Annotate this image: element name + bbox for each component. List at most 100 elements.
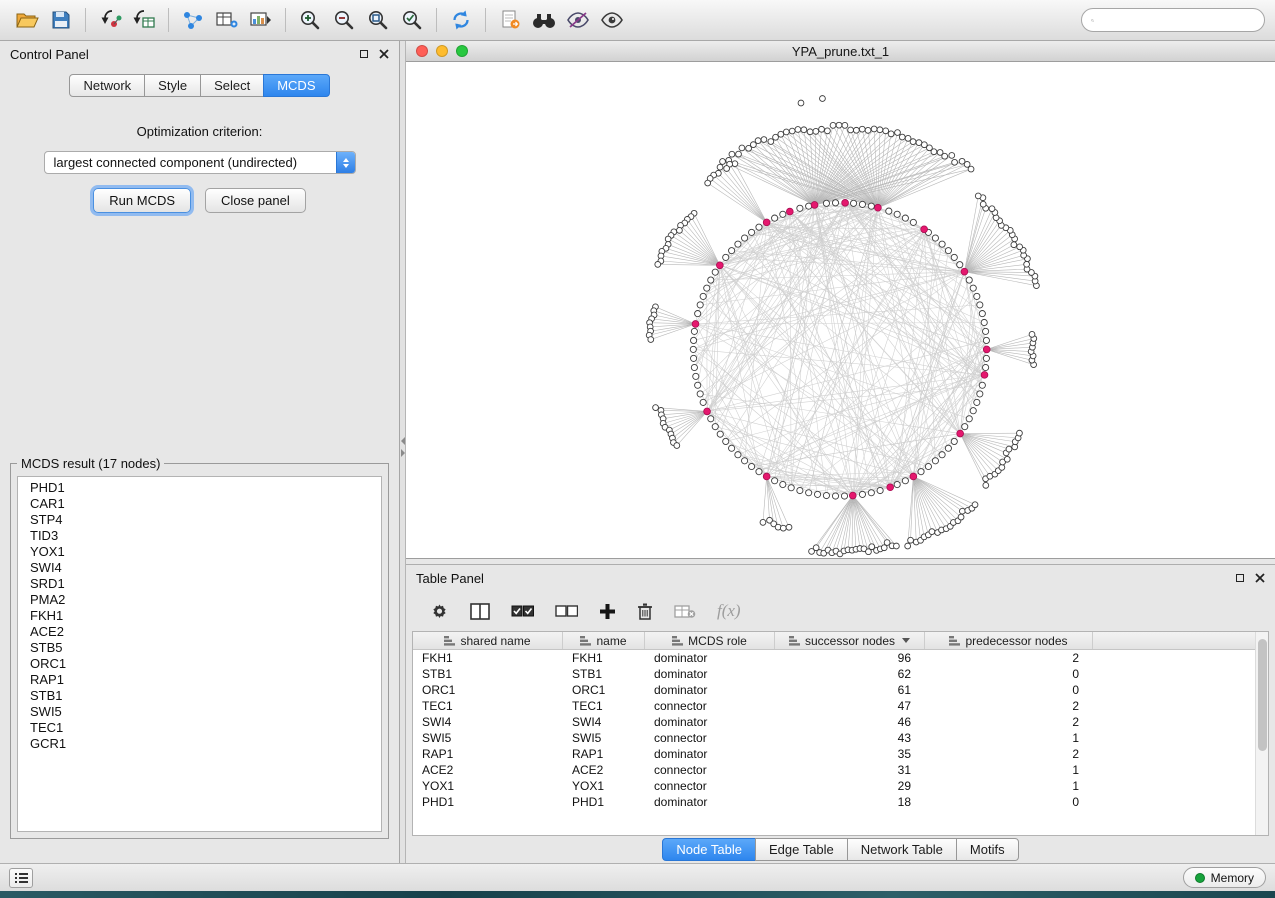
control-panel-header: Control Panel (0, 41, 399, 67)
mcds-result-item[interactable]: FKH1 (18, 608, 381, 624)
function-builder-button[interactable]: f(x) (717, 601, 741, 621)
mcds-result-item[interactable]: SWI5 (18, 704, 381, 720)
search-box[interactable] (1081, 8, 1265, 32)
mcds-result-item[interactable]: YOX1 (18, 544, 381, 560)
table-row[interactable]: STB1STB1dominator620 (413, 666, 1268, 682)
splitter-expand-icon[interactable] (401, 449, 405, 457)
tab-select[interactable]: Select (200, 74, 264, 97)
mcds-result-item[interactable]: TID3 (18, 528, 381, 544)
column-header-name[interactable]: name (563, 632, 645, 649)
column-header-shared-name[interactable]: shared name (413, 632, 563, 649)
network-window-titlebar[interactable]: YPA_prune.txt_1 (406, 41, 1275, 62)
deselect-all-rows-button[interactable] (555, 603, 578, 619)
run-mcds-button[interactable]: Run MCDS (93, 188, 191, 213)
mcds-result-item[interactable]: RAP1 (18, 672, 381, 688)
tab-mcds[interactable]: MCDS (263, 74, 329, 97)
mcds-result-item[interactable]: TEC1 (18, 720, 381, 736)
panel-splitter[interactable] (400, 41, 406, 863)
float-panel-icon[interactable] (360, 50, 368, 58)
window-minimize-traffic-light[interactable] (436, 45, 448, 57)
mcds-result-item[interactable]: CAR1 (18, 496, 381, 512)
column-label: predecessor nodes (965, 634, 1067, 648)
mcds-panel-body: Optimization criterion: largest connecte… (0, 106, 399, 456)
import-network-from-file-button[interactable] (93, 5, 127, 35)
mcds-result-item[interactable]: ACE2 (18, 624, 381, 640)
table-settings-button[interactable] (430, 602, 449, 621)
select-all-rows-button[interactable] (511, 603, 534, 619)
mcds-result-item[interactable]: SWI4 (18, 560, 381, 576)
mcds-result-item[interactable]: STP4 (18, 512, 381, 528)
tab-edge-table[interactable]: Edge Table (755, 838, 848, 861)
table-cell: 0 (925, 795, 1093, 809)
zoom-out-button[interactable] (327, 5, 361, 35)
optimization-criterion-select[interactable]: largest connected component (undirected) (44, 151, 356, 174)
scrollbar-thumb[interactable] (1258, 639, 1267, 751)
column-header-successor-nodes[interactable]: successor nodes (775, 632, 925, 649)
delete-column-button[interactable] (637, 602, 653, 621)
hide-graphics-button[interactable] (561, 5, 595, 35)
clear-table-button[interactable] (674, 604, 696, 619)
table-cell: 2 (925, 651, 1093, 665)
import-table-from-file-button[interactable] (127, 5, 161, 35)
task-history-button[interactable] (9, 868, 33, 888)
show-graphics-button[interactable] (595, 5, 629, 35)
save-button[interactable] (44, 5, 78, 35)
export-table-button[interactable] (210, 5, 244, 35)
mcds-result-item[interactable]: PHD1 (18, 480, 381, 496)
float-panel-icon[interactable] (1236, 574, 1244, 582)
mcds-result-item[interactable]: PMA2 (18, 592, 381, 608)
splitter-collapse-icon[interactable] (401, 437, 405, 445)
zoom-selected-button[interactable] (395, 5, 429, 35)
refresh-button[interactable] (444, 5, 478, 35)
column-header-mcds-role[interactable]: MCDS role (645, 632, 775, 649)
table-row[interactable]: ORC1ORC1dominator610 (413, 682, 1268, 698)
table-cell: ORC1 (563, 683, 645, 697)
column-header-predecessor-nodes[interactable]: predecessor nodes (925, 632, 1093, 649)
tab-network[interactable]: Network (69, 74, 145, 97)
export-network-button[interactable] (176, 5, 210, 35)
window-zoom-traffic-light[interactable] (456, 45, 468, 57)
zoom-fit-button[interactable] (361, 5, 395, 35)
search-input[interactable] (1100, 13, 1255, 27)
chevron-down-icon[interactable] (902, 638, 910, 643)
show-columns-button[interactable] (470, 603, 490, 620)
memory-button[interactable]: Memory (1183, 867, 1266, 888)
export-image-button[interactable] (244, 5, 278, 35)
close-panel-icon[interactable] (379, 49, 389, 59)
tab-network-table[interactable]: Network Table (847, 838, 957, 861)
mcds-result-item[interactable]: ORC1 (18, 656, 381, 672)
network-graph[interactable] (406, 62, 1275, 558)
table-row[interactable]: FKH1FKH1dominator962 (413, 650, 1268, 666)
tab-motifs[interactable]: Motifs (956, 838, 1019, 861)
tab-style[interactable]: Style (144, 74, 201, 97)
table-cell: SWI4 (563, 715, 645, 729)
find-button[interactable] (527, 5, 561, 35)
mcds-result-item[interactable]: STB1 (18, 688, 381, 704)
table-row[interactable]: PHD1PHD1dominator180 (413, 794, 1268, 810)
network-canvas[interactable] (406, 62, 1275, 559)
zoom-in-button[interactable] (293, 5, 327, 35)
table-row[interactable]: SWI4SWI4dominator462 (413, 714, 1268, 730)
table-cell: ACE2 (413, 763, 563, 777)
control-panel: Control Panel Network Style Select MCDS … (0, 41, 400, 863)
table-scrollbar[interactable] (1255, 632, 1268, 835)
table-row[interactable]: TEC1TEC1connector472 (413, 698, 1268, 714)
open-button[interactable] (10, 5, 44, 35)
mcds-result-fieldset: MCDS result (17 nodes) PHD1CAR1STP4TID3Y… (10, 456, 389, 839)
table-cell: 46 (775, 715, 925, 729)
table-row[interactable]: RAP1RAP1dominator352 (413, 746, 1268, 762)
table-row[interactable]: YOX1YOX1connector291 (413, 778, 1268, 794)
mcds-result-item[interactable]: STB5 (18, 640, 381, 656)
mcds-result-list[interactable]: PHD1CAR1STP4TID3YOX1SWI4SRD1PMA2FKH1ACE2… (17, 476, 382, 832)
mcds-result-item[interactable]: GCR1 (18, 736, 381, 752)
select-stepper-icon[interactable] (336, 152, 355, 173)
export-document-button[interactable] (493, 5, 527, 35)
tab-node-table[interactable]: Node Table (662, 838, 756, 861)
mcds-result-item[interactable]: SRD1 (18, 576, 381, 592)
add-column-button[interactable] (599, 603, 616, 620)
table-row[interactable]: ACE2ACE2connector311 (413, 762, 1268, 778)
close-panel-icon[interactable] (1255, 573, 1265, 583)
close-panel-button[interactable]: Close panel (205, 188, 306, 213)
window-close-traffic-light[interactable] (416, 45, 428, 57)
table-row[interactable]: SWI5SWI5connector431 (413, 730, 1268, 746)
